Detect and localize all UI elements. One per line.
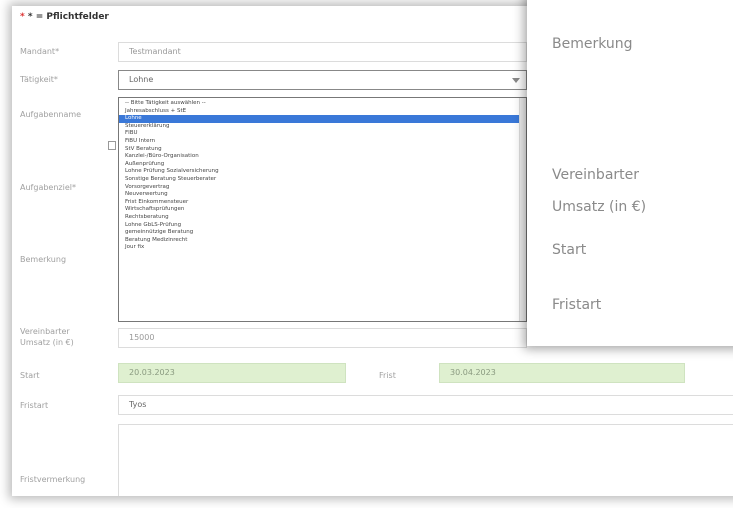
fristart-label: Fristart bbox=[20, 401, 49, 410]
zoom-bemerkung-label: Bemerkung bbox=[552, 36, 633, 52]
dropdown-option[interactable]: Jour fix bbox=[119, 244, 526, 252]
fristart-select[interactable]: Tyos bbox=[118, 395, 733, 415]
bemerkung-label: Bemerkung bbox=[20, 255, 67, 264]
chevron-down-icon[interactable] bbox=[512, 78, 520, 83]
dropdown-option[interactable]: Lohne GbLS-Prüfung bbox=[119, 222, 526, 230]
dropdown-option[interactable]: gemeinnützige Beratung bbox=[119, 229, 526, 237]
aufgabenname-label: Aufgabenname bbox=[20, 110, 82, 119]
checkbox[interactable] bbox=[108, 141, 116, 150]
umsatz-field[interactable]: 15000 bbox=[118, 328, 527, 348]
mandant-label: Mandant* bbox=[20, 47, 60, 56]
taetigkeit-value: Lohne bbox=[129, 75, 154, 84]
zoom-fristart-label: Fristart bbox=[552, 297, 602, 313]
dropdown-option[interactable]: Frist Einkommensteuer bbox=[119, 199, 526, 207]
dropdown-option[interactable]: Sonstige Beratung Steuerberater bbox=[119, 176, 526, 184]
dropdown-option[interactable]: Neuverwertung bbox=[119, 191, 526, 199]
dropdown-option[interactable]: StV Beratung bbox=[119, 146, 526, 154]
aufgabenziel-label: Aufgabenziel* bbox=[20, 183, 76, 192]
zoom-start-label: Start bbox=[552, 242, 587, 258]
fristvermerkung-label: Fristvermerkung bbox=[20, 475, 86, 484]
dropdown-option[interactable]: Kanzlei-/Büro-Organisation bbox=[119, 153, 526, 161]
dropdown-option[interactable]: Lohne bbox=[119, 115, 526, 123]
dropdown-option[interactable]: Außenprüfung bbox=[119, 161, 526, 169]
taetigkeit-select[interactable]: Lohne bbox=[118, 70, 527, 90]
frist-label: Frist bbox=[379, 371, 396, 380]
start-date-field[interactable]: 20.03.2023 bbox=[118, 363, 346, 383]
dropdown-option[interactable]: Lohne Prüfung Sozialversicherung bbox=[119, 168, 526, 176]
frist-date-field[interactable]: 30.04.2023 bbox=[439, 363, 685, 383]
zoom-umsatz-label-line1: Vereinbarter bbox=[552, 167, 640, 183]
required-note: * * = Pflichtfelder bbox=[20, 12, 109, 22]
dropdown-option[interactable]: Beratung Medizinrecht bbox=[119, 237, 526, 245]
dropdown-option[interactable]: Vorsorgevertrag bbox=[119, 184, 526, 192]
zoom-umsatz-label-line2: Umsatz (in €) bbox=[552, 199, 647, 215]
umsatz-label: Vereinbarter Umsatz (in €) bbox=[20, 327, 74, 347]
dropdown-option[interactable]: Wirtschaftsprüfungen bbox=[119, 206, 526, 214]
taetigkeit-label: Tätigkeit* bbox=[20, 75, 58, 84]
dropdown-option[interactable]: Jahresabschluss + StE bbox=[119, 108, 526, 116]
dropdown-option[interactable]: Steuererklärung bbox=[119, 123, 526, 131]
dropdown-option[interactable]: FiBU Intern bbox=[119, 138, 526, 146]
zoom-detail-panel: Bemerkung Vereinbarter Umsatz (in €) Sta… bbox=[527, 0, 733, 346]
dropdown-option[interactable]: FIBU bbox=[119, 130, 526, 138]
dropdown-option[interactable]: Rechtsberatung bbox=[119, 214, 526, 222]
dropdown-option[interactable]: -- Bitte Tätigkeit auswählen -- bbox=[119, 100, 526, 108]
mandant-field[interactable]: Testmandant bbox=[118, 42, 527, 62]
start-label: Start bbox=[20, 371, 40, 380]
taetigkeit-dropdown-list[interactable]: -- Bitte Tätigkeit auswählen -- Jahresabs… bbox=[118, 97, 527, 322]
dropdown-scrollbar[interactable] bbox=[519, 98, 526, 321]
fristvermerkung-textarea[interactable] bbox=[118, 424, 733, 496]
